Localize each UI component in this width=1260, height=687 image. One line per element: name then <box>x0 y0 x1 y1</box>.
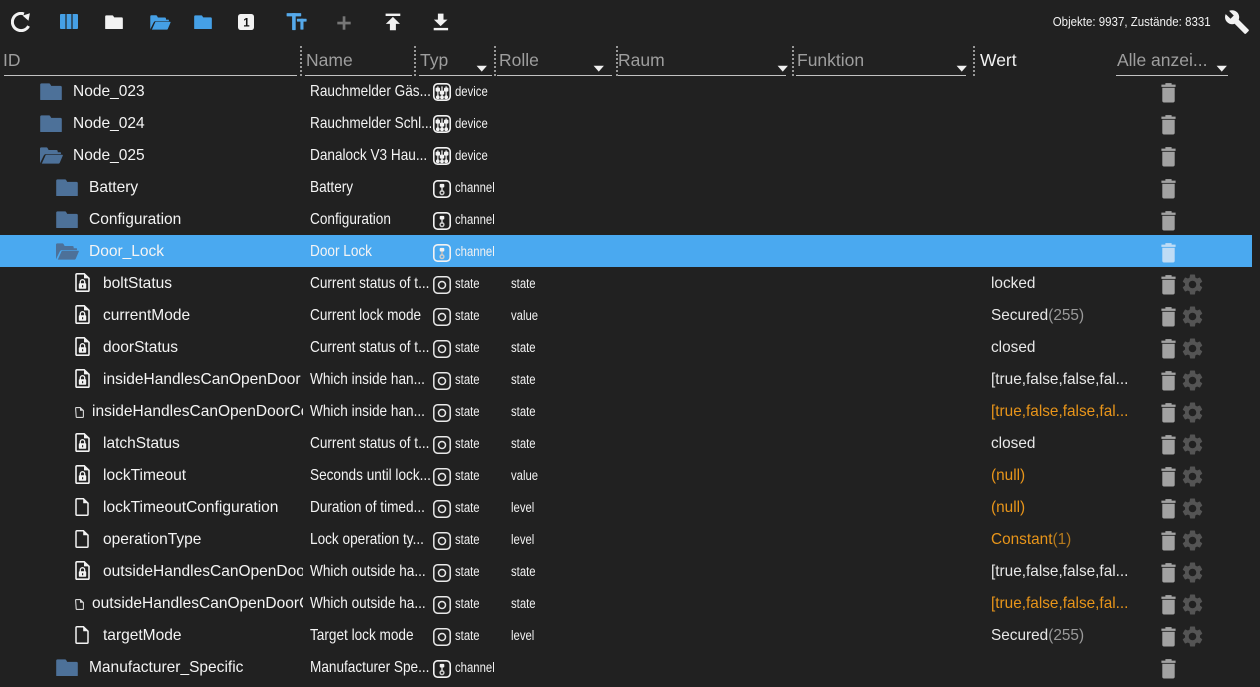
svg-text:1: 1 <box>243 17 250 29</box>
